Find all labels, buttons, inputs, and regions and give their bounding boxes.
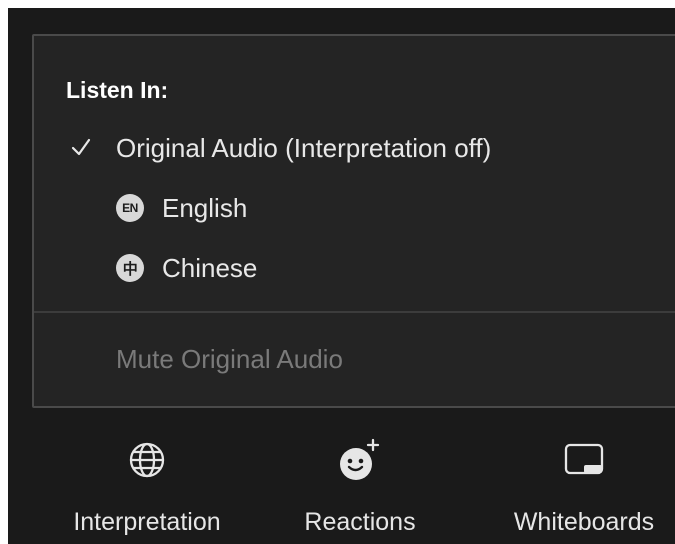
listen-in-menu: Listen In: Original Audio (Interpretatio… (32, 34, 675, 408)
menu-item-label: English (162, 192, 248, 223)
whiteboard-icon (564, 443, 604, 475)
menu-title: Listen In: (66, 77, 169, 103)
interpretation-label: Interpretation (73, 508, 221, 536)
menu-item-original-audio[interactable]: Original Audio (Interpretation off) (34, 123, 664, 173)
english-language-badge: EN (116, 194, 144, 222)
menu-item-label: Chinese (162, 252, 258, 283)
chinese-language-badge: 中 (116, 254, 144, 282)
mute-original-audio-item: Mute Original Audio (116, 344, 343, 374)
interpretation-button[interactable]: Interpretation (52, 430, 242, 544)
check-icon (71, 138, 91, 156)
menu-item-english[interactable]: EN English (34, 183, 664, 233)
emoji-add-icon (340, 438, 380, 480)
whiteboards-button[interactable]: Whiteboards (496, 430, 672, 544)
reactions-button[interactable]: Reactions (290, 430, 430, 544)
globe-icon (129, 442, 165, 478)
whiteboards-label: Whiteboards (513, 508, 655, 536)
reactions-label: Reactions (304, 508, 416, 536)
menu-item-chinese[interactable]: 中 Chinese (34, 243, 664, 293)
menu-divider (34, 311, 675, 313)
menu-item-label: Original Audio (Interpretation off) (116, 132, 492, 163)
